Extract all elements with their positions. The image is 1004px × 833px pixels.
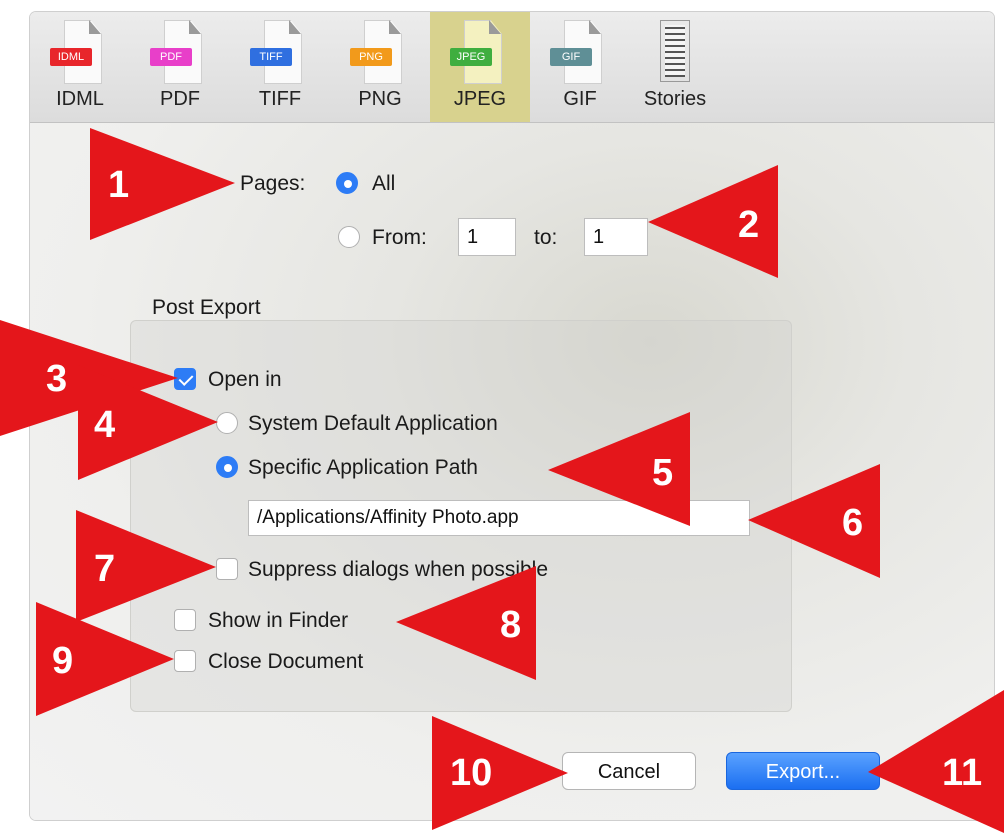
format-tab-jpeg[interactable]: JPEG JPEG — [430, 12, 530, 122]
format-tab-label: JPEG — [453, 88, 507, 110]
callout-1-number: 1 — [108, 164, 130, 206]
system-default-radio[interactable] — [216, 412, 238, 434]
callout-10-number: 10 — [450, 752, 493, 794]
application-path-input[interactable]: /Applications/Affinity Photo.app — [248, 500, 750, 536]
callout-8-number: 8 — [500, 604, 522, 646]
callout-3-number: 3 — [46, 358, 68, 400]
open-in-checkbox[interactable] — [174, 368, 196, 390]
format-toolbar: IDML IDML PDF PDF TIFF TIFF PNG PNG JPEG… — [30, 12, 994, 123]
gif-badge: GIF — [550, 48, 592, 66]
format-tab-label: PNG — [358, 88, 402, 110]
jpeg-badge: JPEG — [450, 48, 492, 66]
export-button[interactable]: Export... — [726, 752, 880, 790]
post-export-title: Post Export — [152, 296, 261, 319]
pages-from-radio[interactable] — [338, 226, 360, 248]
cancel-button[interactable]: Cancel — [562, 752, 696, 790]
callout-9-number: 9 — [52, 640, 74, 682]
format-tab-tiff[interactable]: TIFF TIFF — [230, 12, 330, 122]
pages-from-label: From: — [372, 226, 427, 249]
callout-2-number: 2 — [738, 204, 760, 246]
from-page-input[interactable]: 1 — [458, 218, 516, 256]
show-in-finder-label: Show in Finder — [208, 609, 349, 632]
tiff-badge: TIFF — [250, 48, 292, 66]
callout-6-number: 6 — [842, 502, 864, 544]
specific-path-radio[interactable] — [216, 456, 238, 478]
pdf-badge: PDF — [150, 48, 192, 66]
show-in-finder-checkbox[interactable] — [174, 609, 196, 631]
open-in-label: Open in — [208, 368, 282, 391]
callout-5-number: 5 — [652, 452, 674, 494]
to-page-input[interactable]: 1 — [584, 218, 648, 256]
callout-11-number: 11 — [942, 752, 983, 794]
format-tab-stories[interactable]: Stories — [615, 12, 735, 122]
idml-badge: IDML — [50, 48, 92, 66]
format-tab-pdf[interactable]: PDF PDF — [130, 12, 230, 122]
callout-7-number: 7 — [94, 548, 116, 590]
system-default-label: System Default Application — [248, 412, 498, 435]
close-document-checkbox[interactable] — [174, 650, 196, 672]
pages-label: Pages: — [240, 172, 306, 195]
format-tab-idml[interactable]: IDML IDML — [30, 12, 130, 122]
stories-icon — [660, 20, 690, 82]
export-dialog: IDML IDML PDF PDF TIFF TIFF PNG PNG JPEG… — [30, 12, 994, 820]
close-document-label: Close Document — [208, 650, 364, 673]
specific-path-label: Specific Application Path — [248, 456, 478, 479]
pages-all-radio[interactable] — [336, 172, 358, 194]
png-badge: PNG — [350, 48, 392, 66]
pages-to-label: to: — [534, 226, 558, 249]
format-tab-label: PDF — [160, 88, 200, 110]
format-tab-label: IDML — [56, 88, 104, 110]
callout-4-number: 4 — [94, 404, 116, 446]
suppress-dialogs-label: Suppress dialogs when possible — [248, 558, 549, 581]
format-tab-label: Stories — [643, 88, 707, 110]
format-tab-png[interactable]: PNG PNG — [330, 12, 430, 122]
suppress-dialogs-checkbox[interactable] — [216, 558, 238, 580]
pages-all-label: All — [372, 172, 396, 195]
format-tab-label: TIFF — [258, 88, 302, 110]
